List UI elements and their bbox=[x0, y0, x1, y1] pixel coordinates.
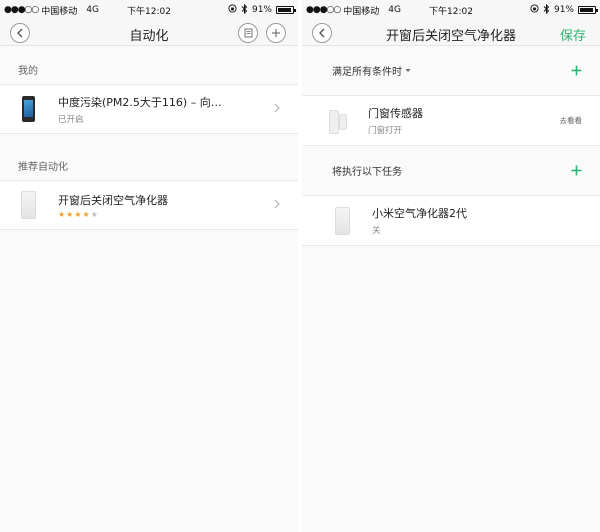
star-rating: ★★★★★ bbox=[58, 210, 266, 219]
star-icon: ★ bbox=[82, 209, 91, 219]
log-button[interactable] bbox=[238, 23, 258, 43]
signal-strength: ●●●○○ bbox=[306, 5, 341, 15]
nav-bar: 自动化 bbox=[0, 20, 298, 46]
network-label: 4G bbox=[388, 5, 401, 15]
carrier-label: 中国移动 bbox=[41, 6, 78, 17]
tasks-header: 将执行以下任务 bbox=[302, 146, 600, 196]
nav-bar: 开窗后关闭空气净化器 保存 bbox=[302, 20, 600, 46]
battery-percent: 91% bbox=[251, 5, 272, 15]
item-title: 小米空气净化器2代 bbox=[372, 207, 467, 220]
status-bar: ●●●○○ 中国移动 4G 下午12:02 91% bbox=[302, 0, 600, 20]
task-item[interactable]: 小米空气净化器2代 关 bbox=[302, 196, 600, 246]
air-purifier-icon bbox=[18, 188, 38, 222]
item-text: 中度污染(PM2.5大于116) – 向… 已开启 bbox=[58, 94, 266, 125]
item-subtitle: 门窗打开 bbox=[368, 126, 403, 136]
battery-icon bbox=[276, 6, 296, 14]
list-item[interactable]: 中度污染(PM2.5大于116) – 向… 已开启 bbox=[0, 84, 298, 134]
plus-icon bbox=[571, 65, 582, 76]
carrier-label: 中国移动 bbox=[343, 6, 380, 17]
status-left: ●●●○○ 中国移动 4G bbox=[4, 4, 99, 17]
air-purifier-icon bbox=[332, 204, 352, 238]
star-empty-icon: ★ bbox=[90, 209, 99, 219]
signal-strength: ●●●○○ bbox=[4, 5, 39, 15]
view-link[interactable]: 去看看 bbox=[560, 115, 583, 126]
item-title: 门窗传感器 bbox=[368, 107, 423, 120]
condition-item[interactable]: 门窗传感器 门窗打开 去看看 bbox=[302, 96, 600, 146]
conditions-header[interactable]: 满足所有条件时 bbox=[302, 46, 600, 96]
door-sensor-icon bbox=[328, 104, 348, 138]
status-left: ●●●○○ 中国移动 4G bbox=[306, 4, 401, 17]
add-task-button[interactable] bbox=[571, 161, 582, 180]
item-title: 开窗后关闭空气净化器 bbox=[58, 193, 168, 207]
section-title-recommended: 推荐自动化 bbox=[18, 162, 68, 173]
item-title: 中度污染(PM2.5大于116) – 向… bbox=[58, 95, 222, 109]
item-text: 小米空气净化器2代 关 bbox=[372, 205, 582, 236]
status-bar: ●●●○○ 中国移动 4G 下午12:02 91% bbox=[0, 0, 298, 20]
list-icon bbox=[244, 28, 252, 38]
item-text: 开窗后关闭空气净化器 ★★★★★ bbox=[58, 192, 266, 219]
item-subtitle: 关 bbox=[372, 226, 381, 236]
plus-icon bbox=[272, 29, 280, 37]
rotation-lock-icon bbox=[228, 4, 237, 16]
caret-down-icon bbox=[405, 65, 411, 76]
chevron-right-icon bbox=[274, 102, 280, 116]
phone-icon bbox=[18, 92, 38, 126]
battery-percent: 91% bbox=[553, 5, 574, 15]
bluetooth-icon bbox=[543, 3, 550, 17]
tasks-header-label: 将执行以下任务 bbox=[332, 167, 402, 178]
automation-list-screen: ●●●○○ 中国移动 4G 下午12:02 91% 自动化 我的 中度污染(PM… bbox=[0, 0, 298, 532]
item-status: 已开启 bbox=[58, 114, 84, 125]
chevron-right-icon bbox=[274, 198, 280, 212]
star-icon: ★ bbox=[58, 209, 67, 219]
add-automation-button[interactable] bbox=[266, 23, 286, 43]
rotation-lock-icon bbox=[530, 4, 539, 16]
automation-detail-screen: ●●●○○ 中国移动 4G 下午12:02 91% 开窗后关闭空气净化器 保存 … bbox=[302, 0, 600, 532]
status-right: 91% bbox=[530, 3, 598, 17]
network-label: 4G bbox=[86, 5, 99, 15]
star-icon: ★ bbox=[74, 209, 83, 219]
page-title: 开窗后关闭空气净化器 bbox=[385, 29, 516, 44]
nav-actions bbox=[238, 23, 286, 43]
save-button[interactable]: 保存 bbox=[560, 25, 586, 44]
plus-icon bbox=[571, 165, 582, 176]
conditions-header-label: 满足所有条件时 bbox=[332, 67, 402, 78]
section-title-mine: 我的 bbox=[18, 66, 38, 77]
status-right: 91% bbox=[228, 3, 296, 17]
list-item[interactable]: 开窗后关闭空气净化器 ★★★★★ bbox=[0, 180, 298, 230]
bluetooth-icon bbox=[241, 3, 248, 17]
item-text: 门窗传感器 门窗打开 bbox=[368, 105, 560, 136]
battery-icon bbox=[578, 6, 598, 14]
add-condition-button[interactable] bbox=[571, 61, 582, 80]
